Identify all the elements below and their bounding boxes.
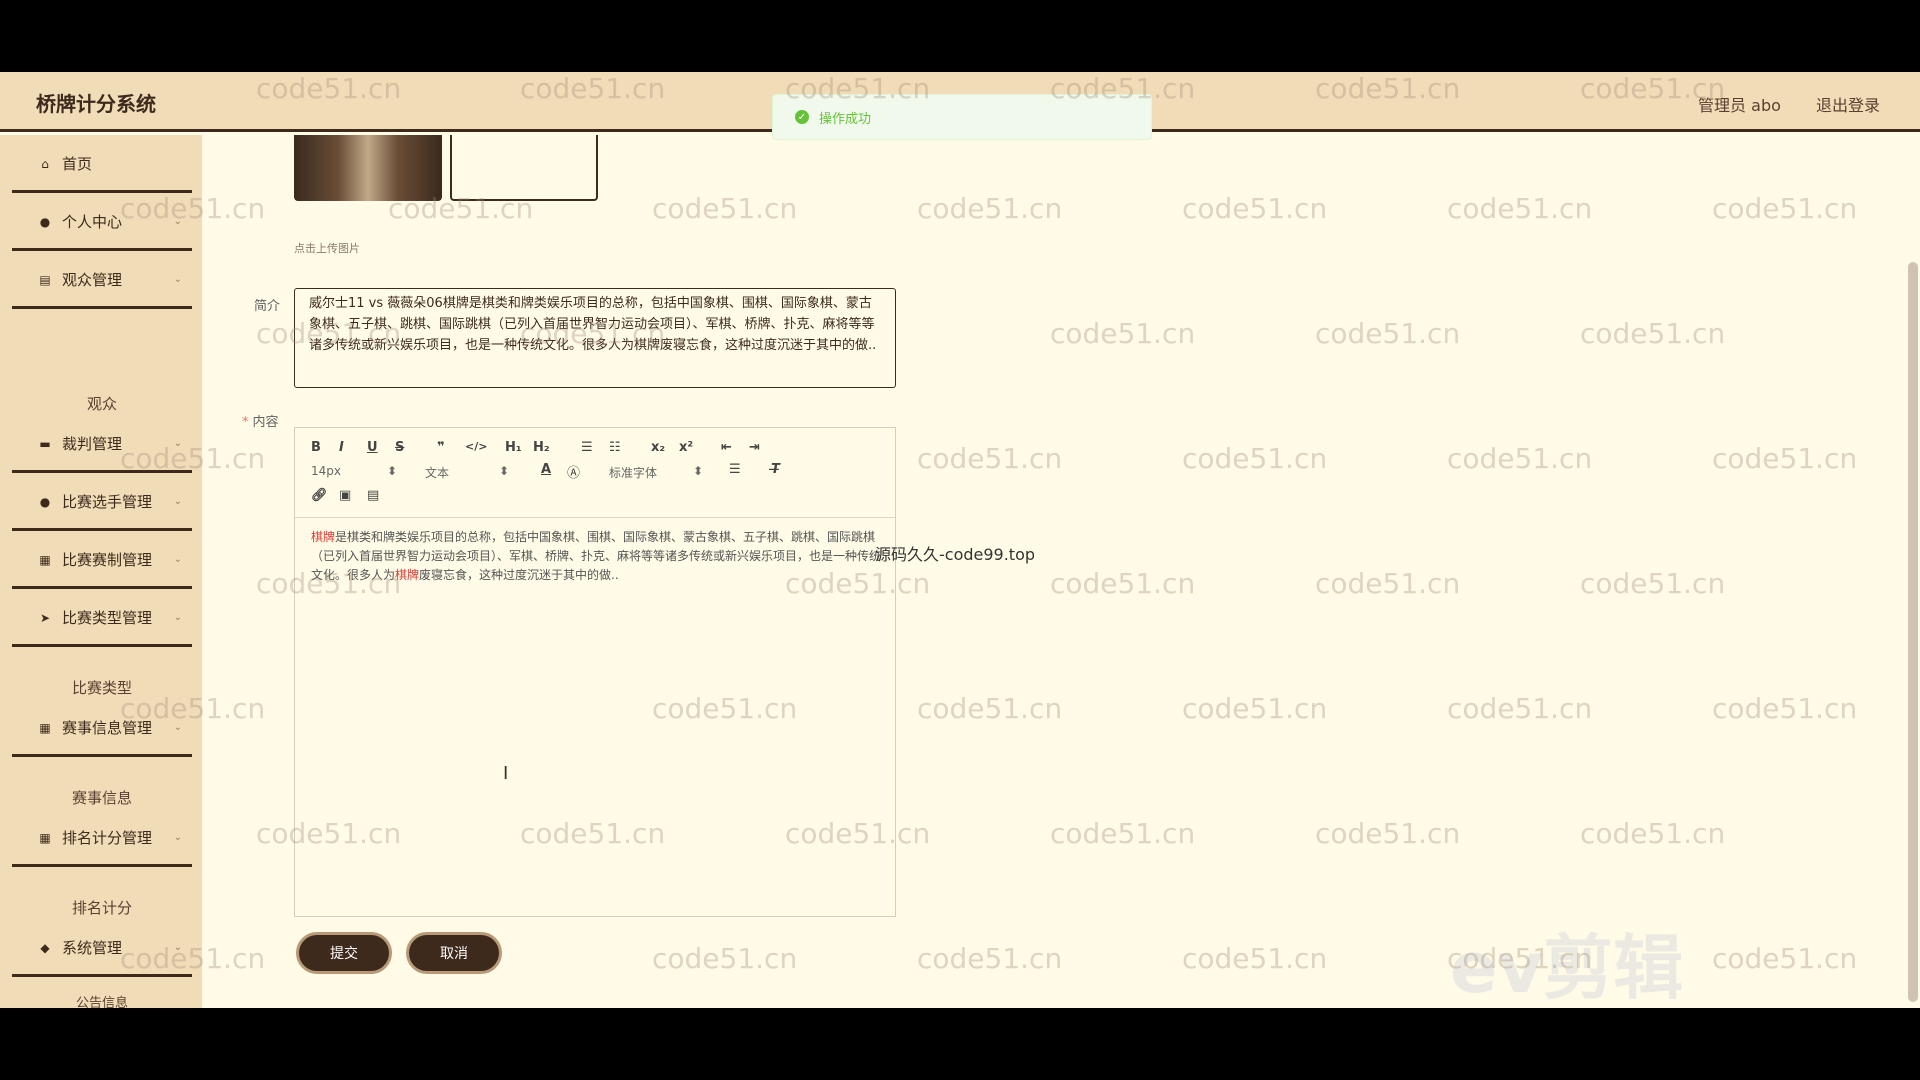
indent-icon[interactable]: ⇥ [749, 440, 760, 455]
upload-box[interactable] [450, 135, 598, 201]
sidebar-item-label: 首页 [62, 155, 93, 173]
logout-link[interactable]: 退出登录 [1816, 96, 1880, 115]
sidebar-item-label: 比赛选手管理 [62, 493, 153, 511]
briefcase-icon: ▬ [39, 436, 51, 451]
submit-button[interactable]: 提交 [296, 932, 392, 974]
video-logo-watermark: ev剪辑 [1450, 927, 1684, 1008]
sidebar-subitem-ranking[interactable]: 排名计分 [12, 897, 192, 918]
content-text: 废寝忘食，这种过度沉迷于其中的做.. [419, 568, 619, 582]
code-block-button[interactable]: </> [465, 440, 487, 453]
sidebar-item-event[interactable]: ▦ 赛事信息管理 ⌄ [12, 701, 192, 757]
intro-label: 简介 [254, 299, 281, 314]
sidebar-subitem-notice[interactable]: 公告信息 [12, 992, 192, 1008]
toast-message: 操作成功 [819, 111, 872, 127]
bold-button[interactable]: B [311, 440, 321, 455]
ordered-list-icon[interactable]: ☰ [581, 440, 593, 455]
sidebar-item-label: 个人中心 [62, 213, 123, 231]
sidebar-item-audience[interactable]: ▤ 观众管理 ⌄ [12, 253, 192, 309]
image-icon[interactable]: ▣ [339, 488, 351, 503]
rich-text-editor[interactable]: B I U S ❞ </> H₁ H₂ ☰ ☷ x₂ x² ⇤ ⇥ 14px ⬍… [294, 427, 896, 917]
sidebar-item-system[interactable]: ◆ 系统管理 ⌄ [12, 921, 192, 977]
sidebar-item-format[interactable]: ▦ 比赛赛制管理 ⌄ [12, 533, 192, 589]
chevron-down-icon: ⌄ [173, 554, 182, 565]
font-family-select[interactable]: 标准字体 [609, 464, 657, 481]
check-circle-icon: ✓ [795, 110, 809, 124]
user-label: 管理员 abo [1698, 96, 1781, 115]
send-icon: ➤ [39, 610, 51, 625]
app-title: 桥牌计分系统 [36, 92, 156, 116]
sidebar-item-ranking[interactable]: ▦ 排名计分管理 ⌄ [12, 811, 192, 867]
editor-toolbar: B I U S ❞ </> H₁ H₂ ☰ ☷ x₂ x² ⇤ ⇥ 14px ⬍… [295, 428, 895, 518]
main-content: 点击上传图片 简介 威尔士11 vs 薇薇朵06棋牌是棋类和牌类娱乐项目的总称，… [202, 135, 1920, 1008]
h1-button[interactable]: H₁ [505, 440, 522, 455]
sidebar-item-home[interactable]: ⌂ 首页 [12, 137, 192, 193]
sidebar-item-match-type[interactable]: ➤ 比赛类型管理 ⌄ [12, 591, 192, 647]
bullet-list-icon[interactable]: ☷ [609, 440, 621, 455]
sidebar-item-referee[interactable]: ▬ 裁判管理 ⌄ [12, 417, 192, 473]
app-frame: 桥牌计分系统 管理员 abo 退出登录 ✓ 操作成功 ⌂ 首页 ● 个人中心 ⌄… [0, 72, 1920, 1008]
select-arrow-icon: ⬍ [693, 464, 704, 478]
sidebar-item-label: 裁判管理 [62, 435, 123, 453]
grid-icon: ▦ [39, 552, 51, 567]
background-color-icon[interactable]: Ⓐ [567, 462, 580, 481]
outdent-icon[interactable]: ⇤ [721, 440, 732, 455]
sidebar-item-label: 排名计分管理 [62, 829, 153, 847]
sidebar-item-label: 观众管理 [62, 271, 123, 289]
chevron-down-icon: ⌄ [173, 216, 182, 227]
sidebar-item-player[interactable]: ● 比赛选手管理 ⌄ [12, 475, 192, 531]
sidebar-subitem-audience[interactable]: 观众 [12, 393, 192, 414]
source-watermark: 源码久久-code99.top [875, 545, 1036, 564]
sidebar-subitem-match-type[interactable]: 比赛类型 [12, 677, 192, 698]
sidebar-item-label: 比赛类型管理 [62, 609, 153, 627]
link-icon[interactable]: 🔗︎ [311, 488, 328, 503]
grid-icon: ▦ [39, 830, 51, 845]
highlighted-text: 棋牌 [395, 568, 420, 582]
sidebar: ⌂ 首页 ● 个人中心 ⌄ ▤ 观众管理 ⌄ 观众 ▬ 裁判管理 ⌄ ● 比赛选… [0, 135, 202, 1008]
sidebar-item-label: 系统管理 [62, 939, 123, 957]
font-size-select[interactable]: 14px [311, 464, 341, 478]
select-arrow-icon: ⬍ [387, 464, 398, 478]
scrollbar[interactable] [1908, 262, 1918, 1002]
cancel-button[interactable]: 取消 [406, 932, 502, 974]
text-cursor-icon: I [503, 763, 509, 784]
highlighted-text: 棋牌 [311, 530, 336, 544]
chevron-down-icon: ⌄ [173, 438, 182, 449]
subscript-button[interactable]: x₂ [651, 440, 665, 455]
superscript-button[interactable]: x² [679, 440, 693, 455]
grid-icon: ▦ [39, 720, 51, 735]
success-toast: ✓ 操作成功 [772, 94, 1152, 140]
clipboard-icon: ▤ [39, 272, 51, 287]
italic-button[interactable]: I [339, 440, 344, 455]
home-icon: ⌂ [41, 156, 49, 171]
intro-textarea[interactable]: 威尔士11 vs 薇薇朵06棋牌是棋类和牌类娱乐项目的总称，包括中国象棋、围棋、… [294, 288, 896, 388]
sidebar-item-label: 赛事信息管理 [62, 719, 153, 737]
h2-button[interactable]: H₂ [533, 440, 550, 455]
font-color-icon[interactable]: A [541, 462, 551, 477]
upload-hint[interactable]: 点击上传图片 [294, 240, 360, 256]
text-type-select[interactable]: 文本 [425, 464, 449, 481]
clear-format-icon[interactable]: T̶ [771, 462, 780, 477]
blockquote-button[interactable]: ❞ [437, 440, 445, 455]
align-icon[interactable]: ☰ [729, 462, 741, 477]
chevron-down-icon: ⌄ [173, 612, 182, 623]
chevron-down-icon: ⌄ [173, 274, 182, 285]
underline-button[interactable]: U [367, 440, 378, 455]
chevron-down-icon: ⌄ [173, 722, 182, 733]
select-arrow-icon: ⬍ [499, 464, 510, 478]
strike-button[interactable]: S [395, 440, 404, 455]
user-icon: ● [39, 494, 51, 509]
content-label: * 内容 [242, 415, 279, 430]
user-icon: ● [39, 214, 51, 229]
sidebar-item-label: 比赛赛制管理 [62, 551, 153, 569]
chevron-down-icon: ⌄ [173, 496, 182, 507]
sidebar-subitem-event[interactable]: 赛事信息 [12, 787, 192, 808]
chevron-down-icon: ⌄ [173, 942, 182, 953]
editor-content[interactable]: 棋牌是棋类和牌类娱乐项目的总称，包括中国象棋、围棋、国际象棋、蒙古象棋、五子棋、… [311, 528, 883, 585]
uploaded-image-thumbnail[interactable] [294, 135, 442, 201]
video-icon[interactable]: ▤ [367, 488, 379, 503]
chevron-down-icon: ⌄ [173, 832, 182, 843]
sidebar-item-profile[interactable]: ● 个人中心 ⌄ [12, 195, 192, 251]
pin-icon: ◆ [40, 940, 50, 955]
